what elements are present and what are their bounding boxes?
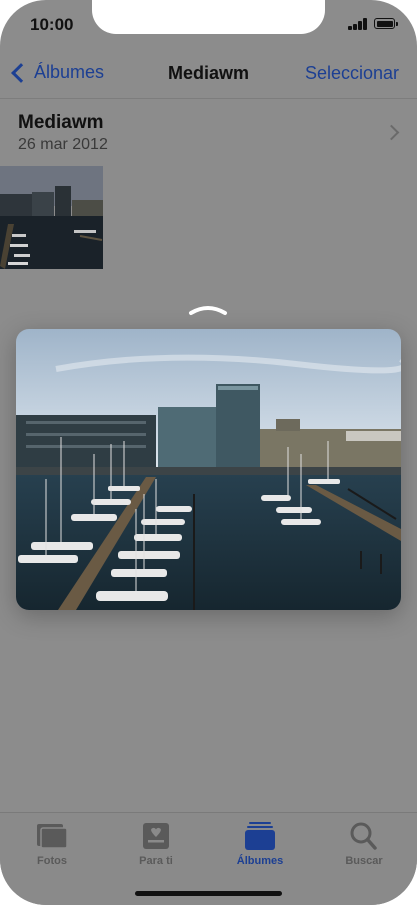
status-time: 10:00 [30,15,74,34]
tab-label: Fotos [37,855,67,867]
pull-up-handle[interactable] [188,302,228,316]
tab-photos[interactable]: Fotos [0,821,104,873]
tab-albums[interactable]: Álbumes [208,821,312,873]
albums-icon [245,822,275,850]
tab-label: Álbumes [236,855,284,867]
notch [92,0,325,34]
tab-search[interactable]: Buscar [312,821,416,873]
select-button[interactable]: Seleccionar [305,63,399,84]
chevron-right-icon [383,124,400,141]
for-you-icon [143,823,169,849]
album-name: Mediawm [18,112,104,133]
divider [0,98,417,99]
phone-screen: 10:00 Álbumes Mediawm Seleccionar Mediaw… [0,0,417,905]
photos-icon [37,824,68,849]
home-indicator[interactable] [135,891,282,896]
tab-label: Buscar [345,855,383,867]
album-date: 26 mar 2012 [18,136,108,153]
tab-for-you[interactable]: Para ti [104,821,208,873]
tab-label: Para ti [139,855,173,867]
battery-icon [374,18,398,29]
photo-preview[interactable] [16,329,401,610]
navigation-bar: Álbumes Mediawm Seleccionar [0,50,417,98]
photo-thumbnail[interactable] [0,166,103,269]
signal-icon [348,18,368,30]
search-icon [350,822,377,850]
